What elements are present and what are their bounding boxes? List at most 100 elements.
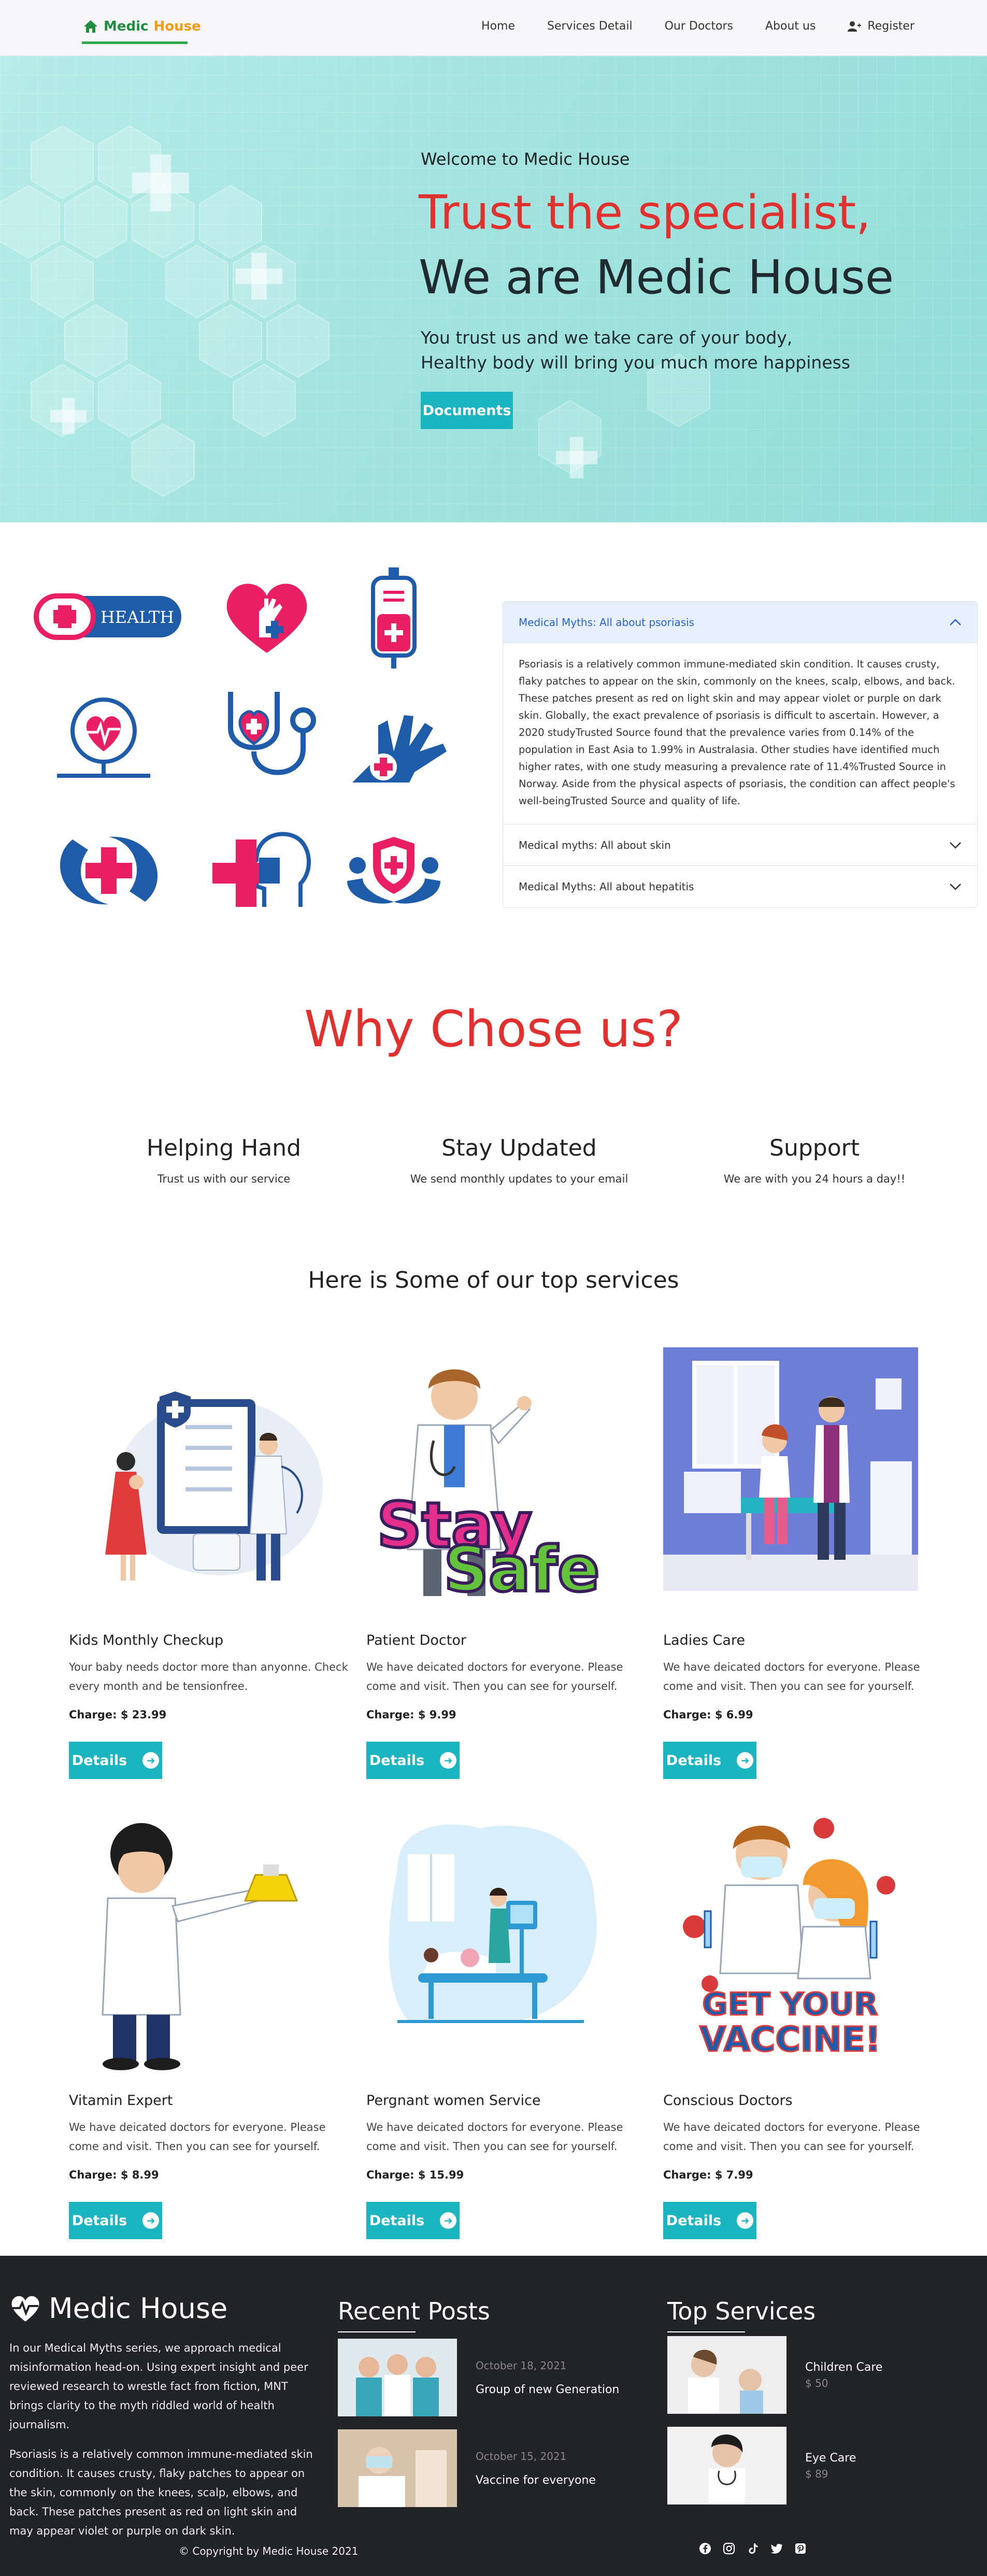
service-card-desc: We have deicated doctors for everyone. P… — [69, 2121, 326, 2153]
service-card-charge: Charge: $ 8.99 — [69, 2169, 159, 2181]
service-card-title: Ladies Care — [663, 1632, 746, 1648]
recent-post-item[interactable]: October 18, 2021 Group of new Generation — [338, 2339, 619, 2416]
brand-logo[interactable]: Medic House — [83, 19, 201, 34]
details-button[interactable]: Details ➜ — [366, 1742, 460, 1779]
arrow-right-icon: ➜ — [737, 1752, 754, 1769]
details-button[interactable]: Details ➜ — [69, 1742, 162, 1779]
service-title: Children Care — [805, 2360, 883, 2374]
stay-safe-text-line2: Safe — [444, 1534, 600, 1606]
arrow-right-icon: ➜ — [440, 1752, 457, 1769]
service-card-desc: We have deicated doctors for everyone. P… — [366, 1661, 623, 1692]
why-col-title: Stay Updated — [441, 1135, 597, 1161]
nav-link-about-us[interactable]: About us — [765, 20, 816, 33]
hand-cross-icon — [347, 705, 461, 808]
circle-cross-icon — [52, 829, 166, 933]
nav-link-home[interactable]: Home — [481, 20, 515, 33]
recent-posts-title: Recent Posts — [338, 2297, 490, 2332]
accordion-header-psoriasis[interactable]: Medical Myths: All about psoriasis — [503, 602, 977, 643]
service-card-pregnant-women: Pergnant women Service We have deicated … — [366, 1808, 646, 2239]
top-services-title: Here is Some of our top services — [308, 1267, 679, 1293]
hexagon-pattern — [0, 125, 330, 497]
facebook-icon[interactable] — [698, 2542, 712, 2555]
brand-name-part2: House — [153, 19, 201, 34]
service-card-desc: Your baby needs doctor more than anyonne… — [69, 1661, 348, 1692]
why-col-stay-updated: Stay Updated We send monthly updates to … — [390, 1135, 649, 1185]
heartbeat-icon — [11, 2296, 39, 2322]
why-col-text: We send monthly updates to your email — [410, 1173, 628, 1185]
post-thumbnail — [338, 2429, 457, 2507]
post-date: October 15, 2021 — [476, 2450, 567, 2463]
documents-button[interactable]: Documents — [421, 392, 513, 429]
kids-checkup-illustration — [69, 1347, 349, 1617]
tiktok-icon[interactable] — [746, 2542, 760, 2555]
details-button[interactable]: Details ➜ — [663, 1742, 756, 1779]
service-card-title: Vitamin Expert — [69, 2093, 173, 2109]
home-icon — [84, 20, 97, 33]
details-button[interactable]: Details ➜ — [663, 2202, 756, 2239]
get-your-vaccine-illustration: GET YOUR VACCINE! — [663, 1808, 943, 2077]
top-service-item[interactable]: Eye Care $ 89 — [667, 2427, 856, 2504]
pinterest-icon[interactable] — [794, 2542, 807, 2555]
service-card-patient-doctor: Stay Safe Patient Doctor We have deicate… — [366, 1347, 646, 1779]
post-title: Group of new Generation — [476, 2383, 620, 2396]
service-card-conscious-doctors: GET YOUR VACCINE! Conscious Doctors We h… — [663, 1808, 943, 2239]
service-card-title: Conscious Doctors — [663, 2093, 793, 2109]
why-choose-us-title: Why Chose us? — [304, 1000, 683, 1058]
hero-description: You trust us and we take care of your bo… — [421, 325, 850, 375]
vitamin-expert-illustration — [69, 1808, 349, 2077]
accordion-header-hepatitis[interactable]: Medical Myths: All about hepatitis — [503, 866, 977, 907]
heart-hand-icon — [220, 575, 334, 679]
hero-title-line2: We are Medic House — [419, 250, 894, 305]
accordion-body-psoriasis: Psoriasis is a relatively common immune-… — [503, 643, 977, 824]
arrow-right-icon: ➜ — [142, 1752, 160, 1769]
footer-about-text1: In our Medical Myths series, we approach… — [9, 2342, 308, 2431]
footer-about-text2: Psoriasis is a relatively common immune-… — [9, 2448, 313, 2537]
stay-safe-illustration: Stay Safe — [366, 1347, 646, 1617]
service-card-ladies-care: Ladies Care We have deicated doctors for… — [663, 1347, 943, 1779]
service-card-title: Kids Monthly Checkup — [69, 1632, 224, 1648]
service-thumbnail — [667, 2427, 786, 2504]
why-col-text: Trust us with our service — [157, 1173, 291, 1185]
service-card-vitamin-expert: Vitamin Expert We have deicated doctors … — [69, 1808, 349, 2239]
register-label: Register — [867, 20, 914, 33]
service-price: $ 89 — [805, 2467, 828, 2480]
health-label: HEALTH — [101, 607, 174, 627]
details-label: Details — [666, 2212, 722, 2229]
top-service-item[interactable]: Children Care $ 50 — [667, 2336, 882, 2414]
medical-myths-accordion: Medical Myths: All about psoriasis Psori… — [503, 601, 978, 908]
pregnant-women-illustration — [366, 1808, 646, 2077]
hero-section: Welcome to Medic House Trust the special… — [0, 56, 987, 522]
service-card-desc: We have deicated doctors for everyone. P… — [663, 1661, 920, 1692]
user-plus-icon — [848, 21, 862, 32]
why-col-title: Helping Hand — [146, 1135, 302, 1161]
details-label: Details — [369, 1752, 425, 1769]
nav-link-register[interactable]: Register — [848, 20, 914, 33]
why-col-title: Support — [769, 1135, 860, 1161]
details-button[interactable]: Details ➜ — [366, 2202, 460, 2239]
nav-link-services-detail[interactable]: Services Detail — [547, 20, 633, 33]
details-label: Details — [71, 2212, 127, 2229]
service-card-charge: Charge: $ 9.99 — [366, 1709, 456, 1721]
brand-underline — [82, 41, 188, 44]
chevron-up-icon — [950, 618, 961, 625]
instagram-icon[interactable] — [722, 2542, 736, 2555]
vaccine-text-line1: GET YOUR — [702, 1986, 878, 2023]
nav-link-our-doctors[interactable]: Our Doctors — [665, 20, 733, 33]
why-col-helping-hand: Helping Hand Trust us with our service — [94, 1135, 353, 1185]
details-label: Details — [369, 2212, 425, 2229]
accordion-header-skin[interactable]: Medical myths: All about skin — [503, 824, 977, 866]
brand-name-part1: Medic — [104, 19, 149, 34]
arrow-right-icon: ➜ — [737, 2212, 754, 2229]
service-card-charge: Charge: $ 6.99 — [663, 1709, 753, 1721]
post-date: October 18, 2021 — [476, 2359, 567, 2372]
service-card-title: Patient Doctor — [366, 1632, 466, 1648]
details-button[interactable]: Details ➜ — [69, 2202, 162, 2239]
service-price: $ 50 — [805, 2376, 828, 2389]
nav-links: Home Services Detail Our Doctors About u… — [481, 20, 914, 33]
twitter-icon[interactable] — [770, 2542, 783, 2555]
hero-description-line1: You trust us and we take care of your bo… — [421, 328, 793, 348]
recent-post-item[interactable]: October 15, 2021 Vaccine for everyone — [338, 2429, 596, 2507]
accordion-title-psoriasis: Medical Myths: All about psoriasis — [519, 616, 695, 629]
service-card-desc: We have deicated doctors for everyone. P… — [366, 2121, 623, 2153]
top-services-footer-title: Top Services — [667, 2297, 816, 2332]
